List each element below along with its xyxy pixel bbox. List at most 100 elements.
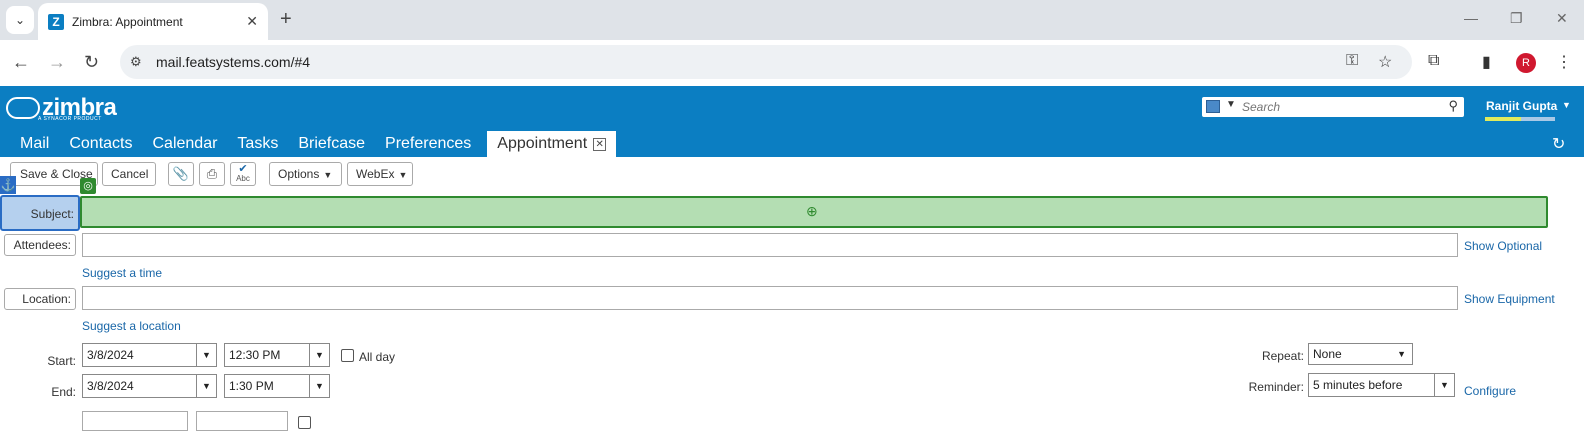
logo-subtitle: A SYNACOR PRODUCT [38, 116, 102, 122]
browser-toolbar: ← → ↻ ⚙ mail.featsystems.com/#4 ⚿ ☆ ⧉ ▮ … [0, 40, 1584, 86]
start-date-value: 3/8/2024 [87, 348, 134, 362]
tab-tasks[interactable]: Tasks [227, 131, 288, 157]
caret-down-icon[interactable]: ▼ [196, 344, 216, 366]
print-button[interactable]: ⎙ [199, 162, 225, 186]
caret-down-icon[interactable]: ▼ [309, 375, 329, 397]
reminder-label: Reminder: [1248, 380, 1304, 394]
tab-appointment-label: Appointment [497, 135, 588, 152]
spellcheck-label: Abc [236, 174, 250, 183]
extensions-icon[interactable]: ⧉ [1428, 52, 1439, 70]
tab-preferences[interactable]: Preferences [375, 131, 481, 157]
printer-icon: ⎙ [206, 166, 218, 181]
user-name[interactable]: Ranjit Gupta [1486, 99, 1557, 113]
caret-down-icon[interactable]: ▼ [1226, 99, 1236, 110]
crosshair-icon: ⊕ [806, 203, 818, 219]
reminder-field[interactable]: 5 minutes before ▼ [1308, 373, 1455, 397]
end-date-field[interactable]: 3/8/2024 ▼ [82, 374, 217, 398]
configure-link[interactable]: Configure [1464, 384, 1516, 398]
start-time-field[interactable]: 12:30 PM ▼ [224, 343, 330, 367]
caret-down-icon: ▼ [398, 170, 408, 180]
appointment-toolbar: Save & Close Cancel 📎 ⎙ ✔ Abc Options ▼ W… [0, 157, 1584, 193]
check-icon: ✔ [238, 163, 248, 175]
end-date-value: 3/8/2024 [87, 379, 134, 393]
start-date-field[interactable]: 3/8/2024 ▼ [82, 343, 217, 367]
caret-down-icon: ▼ [323, 170, 333, 180]
reminder-value: 5 minutes before [1313, 378, 1403, 392]
quota-bar [1485, 117, 1555, 121]
new-tab-icon[interactable]: + [280, 8, 292, 31]
key-icon[interactable]: ⚿ [1346, 52, 1358, 70]
tab-briefcase[interactable]: Briefcase [288, 131, 375, 157]
all-day-checkbox[interactable] [341, 349, 354, 362]
webex-label: WebEx [356, 167, 395, 181]
search-type-icon[interactable] [1206, 100, 1220, 113]
spellcheck-button[interactable]: ✔ Abc [230, 162, 256, 186]
repeat-value: None [1313, 347, 1342, 361]
refresh-icon[interactable]: ↻ [1552, 134, 1565, 154]
user-caret-icon[interactable]: ▼ [1562, 100, 1571, 110]
caret-down-icon[interactable]: ▼ [309, 344, 329, 366]
address-bar[interactable]: ⚙ mail.featsystems.com/#4 ⚿ ☆ [120, 45, 1412, 79]
chevron-down-icon: ⌄ [14, 13, 26, 27]
webex-button[interactable]: WebEx ▼ [347, 162, 413, 186]
zimbra-face-icon [6, 97, 40, 119]
start-time-value: 12:30 PM [229, 348, 281, 362]
end-time-field[interactable]: 1:30 PM ▼ [224, 374, 330, 398]
tab-close-icon[interactable]: ✕ [246, 13, 258, 30]
quota-fill [1485, 117, 1522, 121]
tab-appointment[interactable]: Appointment ✕ [487, 131, 617, 157]
attendees-field[interactable] [82, 233, 1458, 257]
tab-calendar[interactable]: Calendar [142, 131, 227, 157]
window-close-icon[interactable]: ✕ [1556, 10, 1568, 27]
menu-icon[interactable]: ⋮ [1556, 52, 1572, 72]
paperclip-icon: 📎 [172, 166, 190, 181]
profile-avatar[interactable]: R [1516, 53, 1536, 73]
bookmark-star-icon[interactable]: ☆ [1378, 52, 1392, 72]
show-equipment-link[interactable]: Show Equipment [1464, 292, 1555, 306]
location-field[interactable] [82, 286, 1458, 310]
location-button[interactable]: Location: [4, 288, 76, 310]
suggest-time-link[interactable]: Suggest a time [82, 266, 162, 280]
target-icon: ◎ [80, 178, 96, 194]
reload-icon[interactable]: ↻ [84, 52, 99, 73]
browser-tab[interactable]: Z Zimbra: Appointment ✕ [38, 3, 268, 40]
caret-down-icon[interactable]: ▼ [1434, 374, 1454, 396]
anchor-icon: ⚓ [0, 176, 16, 194]
start-label: Start: [47, 354, 76, 368]
url-text[interactable]: mail.featsystems.com/#4 [156, 54, 310, 70]
tab-mail[interactable]: Mail [10, 131, 59, 157]
all-day-label: All day [359, 350, 396, 364]
minimize-icon[interactable]: — [1464, 10, 1478, 26]
options-button[interactable]: Options ▼ [269, 162, 342, 186]
search-icon[interactable]: ⚲ [1448, 98, 1458, 114]
tab-list-button[interactable]: ⌄ [6, 6, 34, 34]
caret-down-icon[interactable]: ▼ [196, 375, 216, 397]
search-input[interactable] [1242, 99, 1442, 115]
back-icon[interactable]: ← [12, 52, 30, 73]
suggest-location-link[interactable]: Suggest a location [82, 319, 181, 333]
calendar-select[interactable] [196, 411, 288, 431]
repeat-label: Repeat: [1261, 349, 1304, 363]
tab-contacts[interactable]: Contacts [59, 131, 142, 157]
cancel-button[interactable]: Cancel [102, 162, 156, 186]
side-panel-icon[interactable]: ▮ [1482, 52, 1491, 72]
subject-field[interactable]: ⊕ [80, 196, 1548, 228]
display-row-partial [0, 410, 400, 431]
site-info-icon[interactable]: ⚙ [130, 54, 142, 70]
attendees-button[interactable]: Attendees: [4, 234, 76, 256]
end-time-value: 1:30 PM [229, 379, 274, 393]
tab-title: Zimbra: Appointment [72, 14, 183, 29]
subject-label[interactable]: Subject: [0, 195, 80, 231]
repeat-select[interactable]: None ▼ [1308, 343, 1413, 365]
end-label: End: [51, 385, 76, 399]
browser-tab-strip: ⌄ Z Zimbra: Appointment ✕ + — ❐ ✕ [0, 0, 1584, 40]
private-checkbox[interactable] [298, 416, 311, 429]
close-icon[interactable]: ✕ [593, 137, 607, 151]
show-optional-link[interactable]: Show Optional [1464, 239, 1542, 253]
options-label: Options [278, 167, 320, 181]
display-select[interactable] [82, 411, 188, 431]
app-tabs: Mail Contacts Calendar Tasks Briefcase P… [0, 131, 617, 157]
forward-icon[interactable]: → [48, 52, 66, 73]
attach-button[interactable]: 📎 [168, 162, 194, 186]
restore-icon[interactable]: ❐ [1510, 10, 1523, 27]
